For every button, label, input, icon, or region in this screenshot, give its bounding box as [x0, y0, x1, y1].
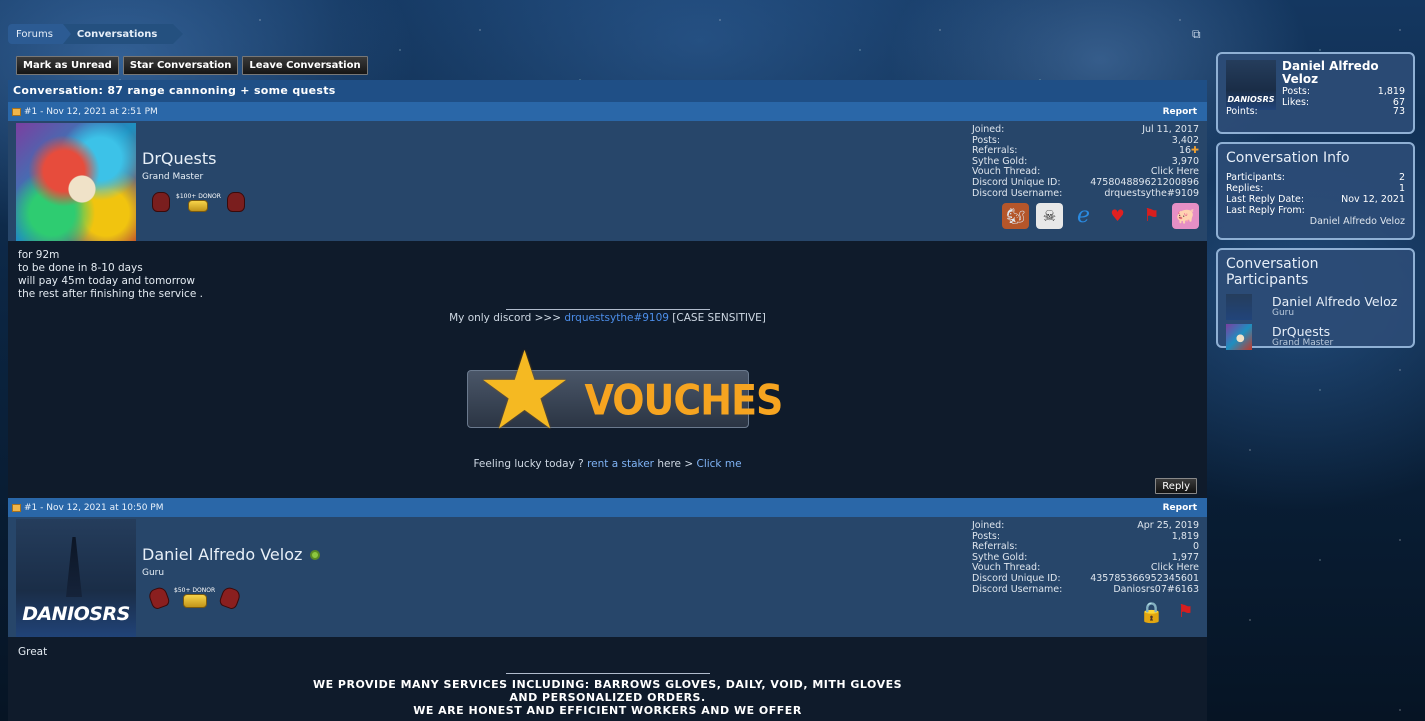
- user-title: Guru: [142, 568, 165, 578]
- post-icon: [12, 503, 21, 512]
- participants-title: Conversation Participants: [1226, 256, 1319, 288]
- post-userbar: DrQuests Grand Master $100+ DONOR Joined…: [8, 121, 1207, 243]
- popout-icon[interactable]: ⧉: [1192, 28, 1204, 40]
- visitor-panel: DANIOSRS Daniel Alfredo Veloz Posts: 1,81…: [1216, 52, 1415, 134]
- post-header: #1 - Nov 12, 2021 at 2:51 PM Report: [8, 102, 1207, 121]
- glove-icon: [147, 585, 171, 611]
- sidebar: DANIOSRS Daniel Alfredo Veloz Posts: 1,81…: [1216, 52, 1415, 356]
- leave-conversation-button[interactable]: Leave Conversation: [242, 56, 368, 75]
- user-stats: Joined: Jul 11, 2017 Posts: 3,402 Referral…: [972, 124, 1199, 230]
- avatar[interactable]: [16, 123, 136, 243]
- signature-divider: [505, 309, 710, 310]
- user-title: Grand Master: [142, 172, 204, 182]
- pig-award-icon[interactable]: 🐖: [1172, 203, 1199, 230]
- star-icon: ★: [476, 329, 573, 454]
- breadcrumb-forums[interactable]: Forums: [8, 24, 71, 44]
- glove-icon: [218, 585, 242, 611]
- signature-services: WE PROVIDE MANY SERVICES INCLUDING: BARR…: [312, 678, 903, 717]
- reply-button[interactable]: Reply: [1155, 478, 1197, 494]
- post-message: for 92m to be done in 8-10 days will pay…: [18, 249, 203, 300]
- vouches-banner[interactable]: ★ VOUCHES: [466, 329, 783, 454]
- breadcrumb-conversations[interactable]: Conversations: [62, 24, 184, 44]
- donor-label: $50+ DONOR: [174, 587, 216, 594]
- lion-avatar-image: [16, 123, 136, 243]
- post-header: #1 - Nov 12, 2021 at 10:50 PM Report: [8, 498, 1207, 517]
- glove-icon: [152, 192, 170, 212]
- signature: My only discord >>> drquestsythe#9109 [C…: [8, 309, 1207, 470]
- post: #1 - Nov 12, 2021 at 2:51 PM Report DrQu…: [8, 102, 1207, 498]
- avatar[interactable]: [1226, 324, 1252, 350]
- visitor-name[interactable]: Daniel Alfredo Veloz: [1282, 60, 1405, 86]
- donor-badge: $50+ DONOR: [147, 580, 320, 611]
- username[interactable]: DrQuests: [142, 149, 245, 168]
- post-body: Great WE PROVIDE MANY SERVICES INCLUDING…: [8, 637, 1207, 721]
- breadcrumb: Forums Conversations: [8, 24, 184, 44]
- user-awards: 🔒 ⚑: [972, 599, 1199, 625]
- username[interactable]: Daniel Alfredo Veloz: [142, 545, 321, 564]
- ribbon-award-icon[interactable]: ⚑: [1172, 599, 1199, 625]
- heart-n4n0-award-icon[interactable]: ♥: [1104, 203, 1131, 229]
- discord-link[interactable]: drquestsythe#9109: [564, 312, 669, 324]
- conversation-main: Conversation: 87 range cannoning + some …: [8, 80, 1207, 721]
- conversation-participants-panel: Conversation Participants Daniel Alfredo…: [1216, 248, 1415, 350]
- post-icon: [12, 107, 21, 116]
- coins-icon: [188, 200, 209, 212]
- post-body: for 92m to be done in 8-10 days will pay…: [8, 241, 1207, 498]
- conversation-info-panel: Conversation Info Participants: 2 Replies…: [1216, 142, 1415, 240]
- post: #1 - Nov 12, 2021 at 10:50 PM Report DAN…: [8, 498, 1207, 721]
- user-awards: 🐿 ☠ ℯ ♥ ⚑ 🐖: [972, 203, 1199, 230]
- participant-item[interactable]: DrQuests Grand Master: [1226, 324, 1405, 350]
- glove-icon: [226, 192, 245, 212]
- report-link[interactable]: Report: [1163, 503, 1197, 513]
- donor-badge: $100+ DONOR: [152, 184, 245, 212]
- user-stats: Joined: Apr 25, 2019 Posts: 1,819 Referral…: [972, 520, 1199, 625]
- referral-plus-icon: ✚: [1191, 145, 1199, 157]
- click-me-link[interactable]: Click me: [696, 458, 741, 470]
- donor-label: $100+ DONOR: [176, 193, 221, 200]
- conversation-info-title: Conversation Info: [1226, 150, 1350, 166]
- post-userbar: DANIOSRS Daniel Alfredo Veloz Guru $50+ …: [8, 517, 1207, 639]
- visitor-avatar[interactable]: DANIOSRS: [1226, 60, 1276, 110]
- online-status-icon: [310, 549, 321, 560]
- signature-divider: [505, 673, 710, 674]
- daniosrs-avatar-image: DANIOSRS: [16, 519, 136, 639]
- avatar[interactable]: [1226, 294, 1252, 320]
- post-date[interactable]: #1 - Nov 12, 2021 at 10:50 PM: [24, 503, 164, 513]
- conversation-actions: Mark as Unread Star Conversation Leave C…: [16, 56, 368, 75]
- reaper-award-icon[interactable]: ☠: [1036, 203, 1063, 230]
- ie-award-icon[interactable]: ℯ: [1070, 203, 1097, 229]
- squirrel-award-icon[interactable]: 🐿: [1002, 203, 1029, 230]
- avatar[interactable]: DANIOSRS: [16, 519, 136, 639]
- last-reply-from[interactable]: Daniel Alfredo Veloz: [1226, 216, 1405, 227]
- post-date[interactable]: #1 - Nov 12, 2021 at 2:51 PM: [24, 107, 158, 117]
- mark-unread-button[interactable]: Mark as Unread: [16, 56, 119, 75]
- lock-award-icon[interactable]: 🔒: [1138, 599, 1165, 625]
- participant-item[interactable]: Daniel Alfredo Veloz Guru: [1226, 294, 1405, 320]
- ribbon-award-icon[interactable]: ⚑: [1138, 203, 1165, 229]
- conversation-title: Conversation: 87 range cannoning + some …: [8, 80, 1207, 102]
- report-link[interactable]: Report: [1163, 107, 1197, 117]
- post-message: Great: [18, 646, 48, 658]
- star-conversation-button[interactable]: Star Conversation: [122, 56, 239, 75]
- coins-icon: [182, 594, 207, 608]
- rent-staker-link[interactable]: rent a staker: [587, 458, 654, 470]
